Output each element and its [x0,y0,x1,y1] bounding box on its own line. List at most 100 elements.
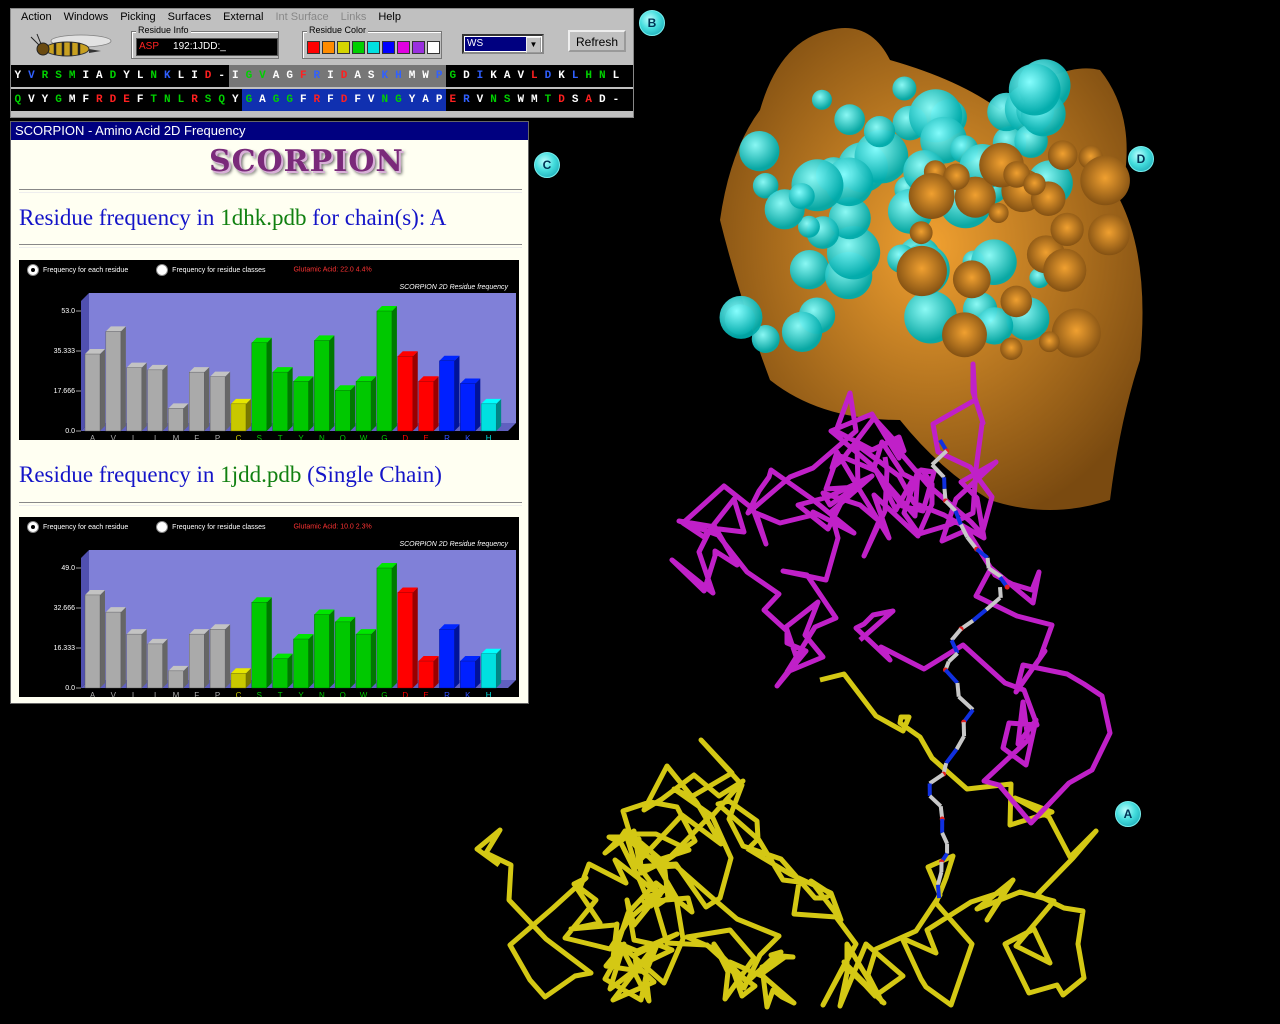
sequence-residue[interactable]: Y [38,89,52,111]
sequence-residue[interactable]: D [106,65,120,87]
bar[interactable] [209,371,231,432]
sequence-residue[interactable]: N [161,89,175,111]
bar[interactable] [439,355,460,432]
sequence-residue[interactable]: - [609,89,623,111]
sequence-residue[interactable]: N [378,89,392,111]
sequence-residue[interactable]: T [147,89,161,111]
bar[interactable] [84,349,106,432]
bar[interactable] [105,326,126,432]
bar[interactable] [126,629,147,689]
bar[interactable] [126,362,147,432]
sequence-residue[interactable]: M [65,65,79,87]
sequence-residue[interactable]: R [310,65,324,87]
sequence-residue[interactable]: G [52,89,66,111]
bar[interactable] [209,624,231,689]
sequence-residue[interactable]: V [25,89,39,111]
sequence-residue[interactable]: A [255,89,270,111]
bar[interactable] [439,624,460,689]
color-swatch[interactable] [337,41,350,54]
sequence-residue[interactable]: Q [11,89,25,111]
sequence-residue[interactable]: L [528,65,542,87]
sequence-residue[interactable]: I [79,65,93,87]
bar[interactable] [84,589,106,689]
sequence-residue[interactable]: - [215,65,229,87]
sequence-residue[interactable]: A [418,89,433,111]
sequence-residue[interactable]: R [188,89,202,111]
bar[interactable] [189,367,210,432]
sequence-residue[interactable]: S [364,65,379,87]
sequence-residue[interactable]: N [487,89,501,111]
sequence-residue[interactable]: G [242,89,256,111]
sequence-residue[interactable]: V [25,65,39,87]
menu-help[interactable]: Help [372,9,407,27]
bar[interactable] [251,337,272,432]
sequence-residue[interactable]: K [378,65,392,87]
sequence-residue[interactable]: E [446,89,460,111]
sequence-residue[interactable]: G [282,65,297,87]
sequence-residue[interactable]: S [500,89,514,111]
sequence-residue[interactable]: K [555,65,569,87]
chevron-down-icon[interactable]: ▼ [526,37,541,53]
bar[interactable] [230,668,251,689]
sequence-residue[interactable]: A [93,65,107,87]
sequence-residue[interactable]: K [487,65,501,87]
sequence-residue[interactable]: R [38,65,52,87]
sequence-residue[interactable]: I [473,65,487,87]
bar[interactable] [105,607,126,689]
sequence-residue[interactable]: R [93,89,107,111]
bar[interactable] [293,634,314,689]
sequence-residue[interactable]: G [282,89,297,111]
color-swatch[interactable] [307,41,320,54]
sequence-residue[interactable]: P [432,65,446,87]
sequence-residue[interactable]: F [296,65,311,87]
menu-external[interactable]: External [217,9,269,27]
sequence-residue[interactable]: R [310,89,324,111]
sequence-residue[interactable]: M [405,65,419,87]
sequence-residue[interactable]: D [596,89,610,111]
sequence-residue[interactable]: D [337,89,351,111]
sequence-residue[interactable]: G [269,89,283,111]
sequence-residue[interactable]: L [174,89,188,111]
sequence-residue[interactable]: V [364,89,379,111]
bar[interactable] [272,653,293,689]
sequence-residue[interactable]: Y [11,65,25,87]
bar[interactable] [314,609,335,689]
sequence-residue[interactable]: H [391,65,406,87]
sequence-residue[interactable]: Y [229,89,243,111]
sequence-residue[interactable]: F [79,89,93,111]
bar[interactable] [314,335,335,432]
bar[interactable] [355,376,377,432]
sequence-residue[interactable]: Y [120,65,134,87]
sequence-residue[interactable]: A [582,89,596,111]
sequence-residue[interactable]: S [568,89,582,111]
sequence-residue[interactable]: W [418,65,433,87]
bar[interactable] [230,398,251,432]
sequence-residue[interactable]: V [473,89,487,111]
sequence-residue[interactable]: P [432,89,446,111]
sequence-row-1[interactable]: YVRSMIADYLNKLID-IGVAGFRIDASKHMWPGDIKAVLD… [11,65,633,87]
bar[interactable] [397,587,418,689]
sequence-residue[interactable]: I [228,65,243,87]
sequence-residue[interactable]: E [120,89,134,111]
bar[interactable] [147,364,168,432]
bar[interactable] [168,665,189,689]
bar[interactable] [168,403,189,432]
sequence-residue[interactable]: N [147,65,161,87]
sequence-residue[interactable]: S [201,89,215,111]
bar[interactable] [418,656,439,689]
bar-chart-1dhk[interactable]: SCORPION 2D Residue frequency 53.0 35.333 1… [19,260,519,440]
sequence-residue[interactable]: M [65,89,79,111]
sequence-residue[interactable]: V [255,65,270,87]
sequence-residue[interactable]: L [609,65,623,87]
sequence-residue[interactable]: D [106,89,120,111]
sequence-residue[interactable]: L [174,65,188,87]
bar-chart-1jdd[interactable]: SCORPION 2D Residue frequency 49.0 32.666 1… [19,517,519,697]
bar[interactable] [418,376,439,432]
bar[interactable] [293,376,314,432]
sequence-residue[interactable]: F [323,89,338,111]
menu-windows[interactable]: Windows [58,9,115,27]
sequence-row-2[interactable]: QVYGMFRDEFTNLRSQYGAGGFRFDFVNGYAPERVNSWMT… [11,89,633,111]
sequence-residue[interactable]: A [500,65,514,87]
color-swatch[interactable] [382,41,395,54]
sequence-residue[interactable]: F [350,89,365,111]
